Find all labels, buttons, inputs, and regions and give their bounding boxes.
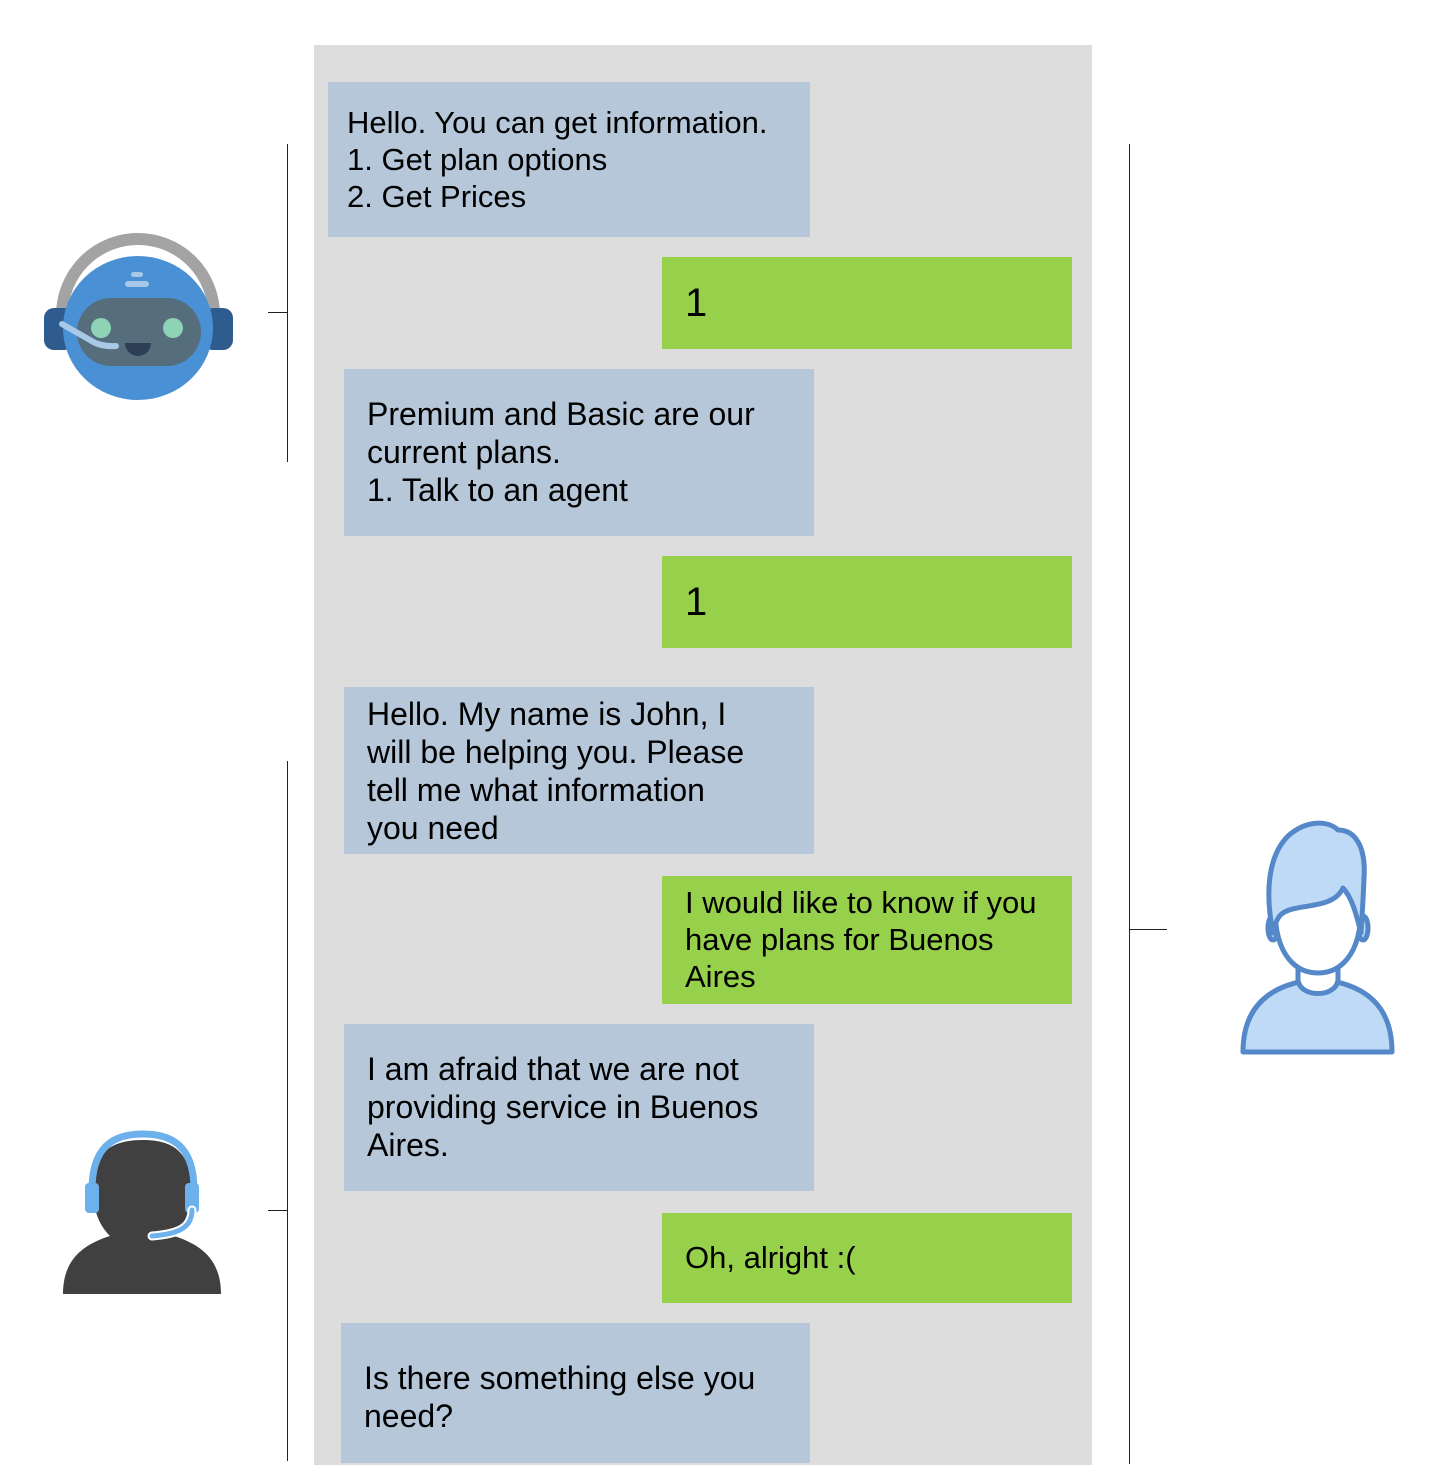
customer-bracket-tick bbox=[1129, 929, 1167, 930]
customer-bracket-vertical bbox=[1129, 144, 1130, 1464]
agent-message: I am afraid that we are not providing se… bbox=[344, 1024, 814, 1191]
user-avatar-icon bbox=[1240, 820, 1395, 1055]
bot-message: Hello. You can get information. 1. Get p… bbox=[328, 82, 810, 237]
customer-message: I would like to know if you have plans f… bbox=[662, 876, 1072, 1004]
customer-message: 1 bbox=[662, 257, 1072, 349]
bot-message: Premium and Basic are our current plans.… bbox=[344, 369, 814, 536]
agent-message: Is there something else you need? bbox=[341, 1323, 810, 1463]
bot-bracket-vertical bbox=[287, 144, 288, 462]
customer-message: 1 bbox=[662, 556, 1072, 648]
agent-headset-icon bbox=[63, 1130, 221, 1294]
agent-message: Hello. My name is John, I will be helpin… bbox=[344, 687, 814, 854]
agent-bracket-tick bbox=[268, 1210, 288, 1211]
bot-bracket-tick bbox=[268, 312, 288, 313]
robot-headset-icon bbox=[44, 233, 233, 400]
customer-message: Oh, alright :( bbox=[662, 1213, 1072, 1303]
agent-bracket-vertical bbox=[287, 761, 288, 1461]
